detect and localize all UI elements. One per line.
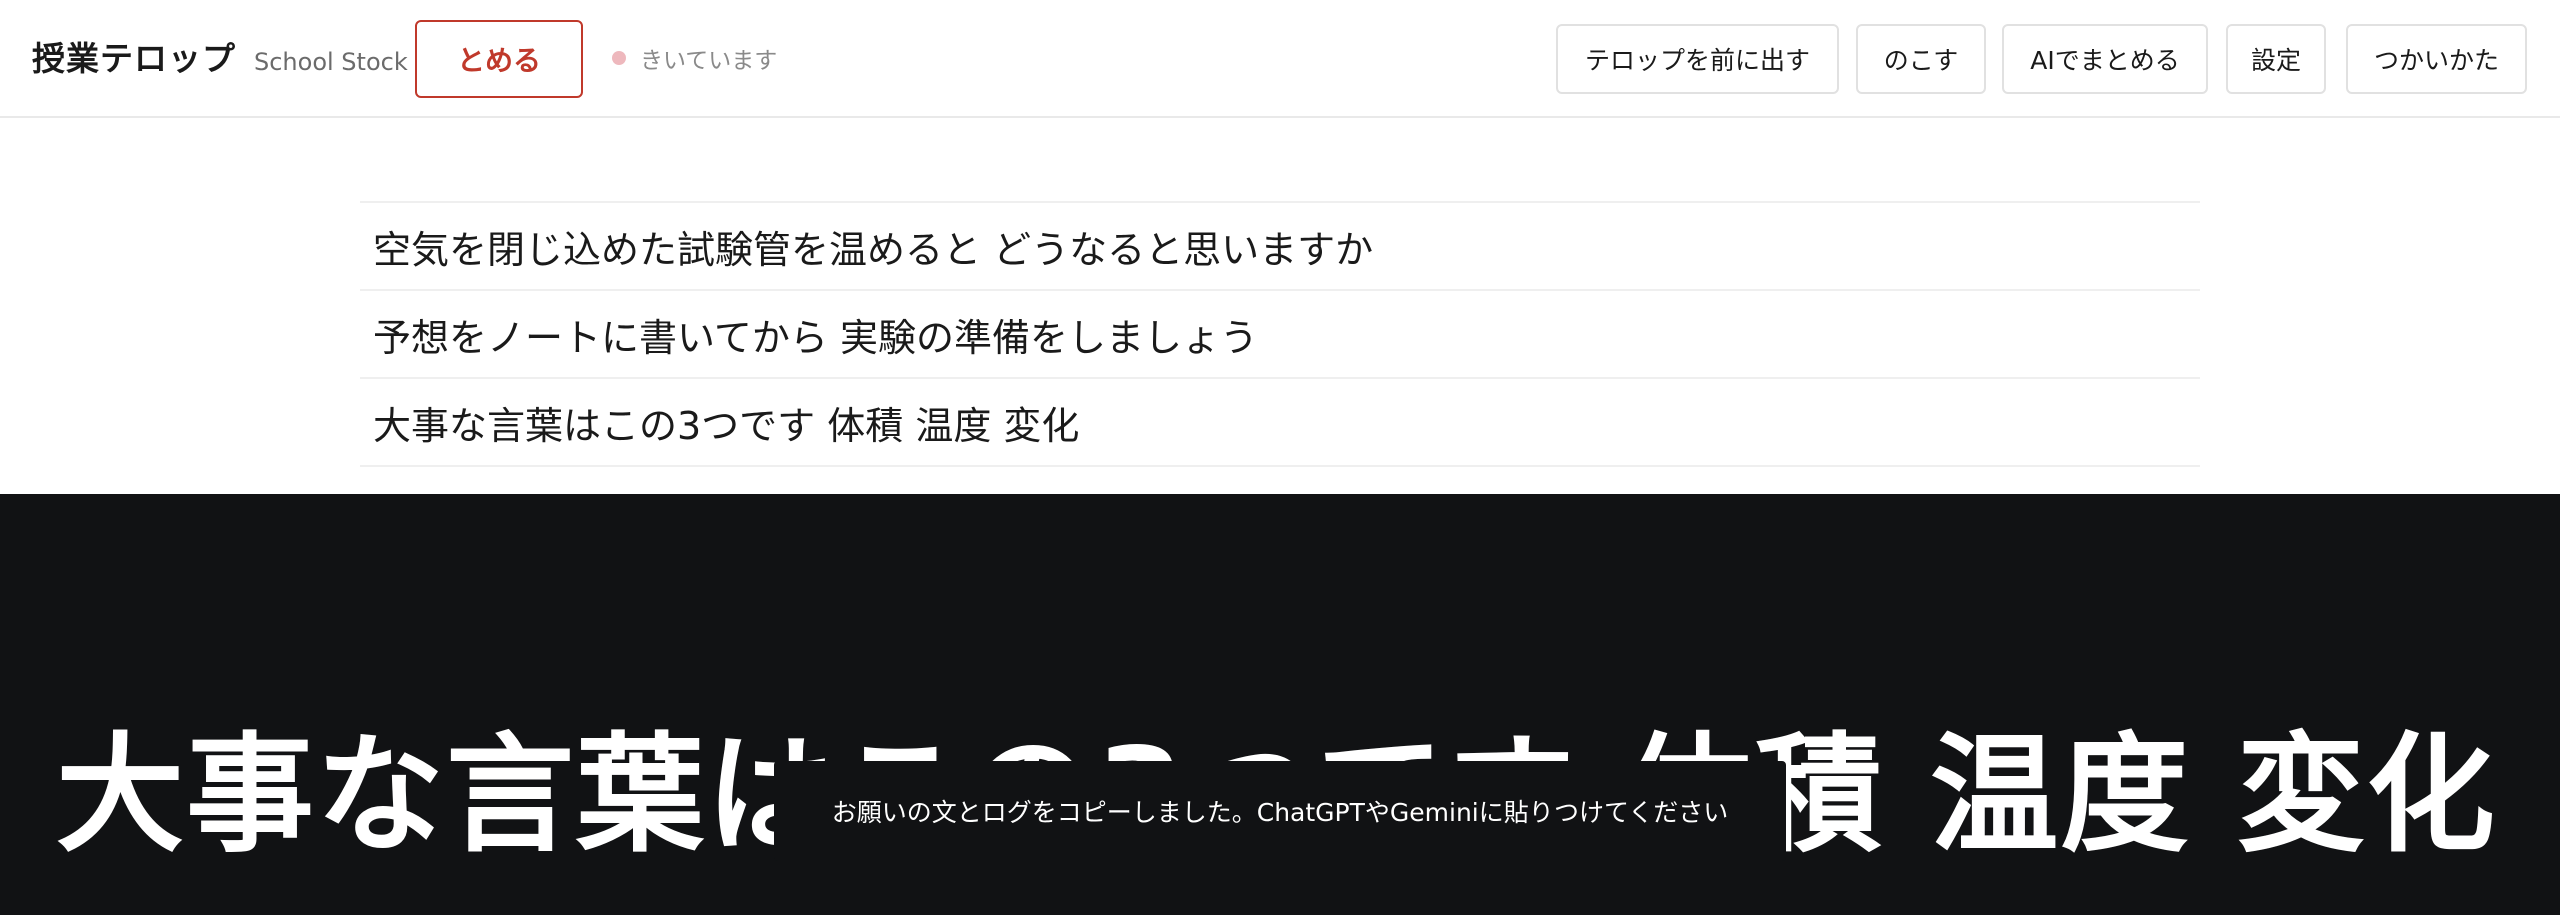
ai-summary-button[interactable]: AIでまとめる [2002,24,2208,94]
transcript-line: 空気を閉じ込めた試験管を温めると どうなると思いますか [360,203,2200,291]
caption-stage: 大事な言葉はこの3つです 体積 温度 変化 お願いの文とログをコピーしました。C… [0,494,2560,915]
stop-button[interactable]: とめる [415,20,583,98]
brand: 授業テロップ School Stock [32,32,408,82]
help-button[interactable]: つかいかた [2346,24,2527,94]
app-subtitle: School Stock [254,48,408,76]
listening-status: きいています [612,40,777,76]
transcript-line: 予想をノートに書いてから 実験の準備をしましょう [360,291,2200,379]
save-button[interactable]: のこす [1856,24,1986,94]
transcript-list: 空気を閉じ込めた試験管を温めると どうなると思いますか 予想をノートに書いてから… [360,201,2200,467]
settings-button[interactable]: 設定 [2226,24,2326,94]
app-header: 授業テロップ School Stock とめる きいています テロップを前に出す… [0,0,2560,118]
recording-dot-icon [612,51,626,65]
bring-caption-front-button[interactable]: テロップを前に出す [1556,24,1839,94]
status-text: きいています [640,48,778,74]
app-title: 授業テロップ [32,39,236,78]
transcript-line: 大事な言葉はこの3つです 体積 温度 変化 [360,379,2200,467]
copy-toast: お願いの文とログをコピーしました。ChatGPTやGeminiに貼りつけてくださ… [774,761,1786,861]
